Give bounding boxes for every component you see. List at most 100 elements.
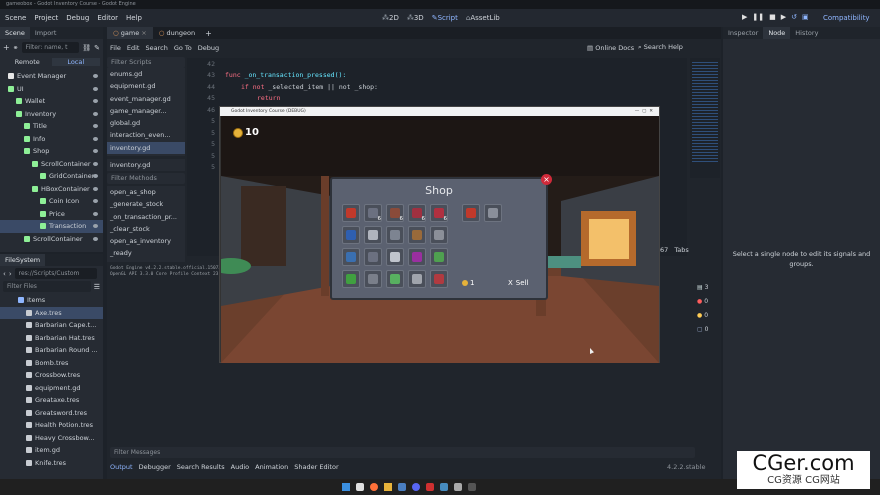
renderer-select[interactable]: Compatibility bbox=[823, 14, 870, 22]
script-item[interactable]: equipment.gd bbox=[107, 80, 185, 92]
scene-node[interactable]: HBoxContainer bbox=[0, 183, 103, 196]
menu-help[interactable]: Help bbox=[126, 14, 142, 22]
filesystem-filter-input[interactable]: Filter Files bbox=[3, 281, 91, 292]
visibility-icon[interactable] bbox=[93, 186, 98, 191]
tab-output[interactable]: Output bbox=[110, 463, 133, 471]
visibility-icon[interactable] bbox=[93, 149, 98, 154]
method-item[interactable]: _on_transaction_pr... bbox=[107, 211, 185, 223]
menu-edit[interactable]: Edit bbox=[127, 44, 140, 52]
file-item[interactable]: Knife.tres bbox=[0, 457, 103, 470]
file-item[interactable]: Barbarian Hat.tres bbox=[0, 332, 103, 345]
error-filter[interactable]: ● 0 bbox=[697, 294, 717, 308]
inventory-slot[interactable] bbox=[342, 248, 360, 266]
visibility-icon[interactable] bbox=[93, 86, 98, 91]
firefox-icon[interactable] bbox=[370, 483, 378, 491]
inventory-slot[interactable] bbox=[342, 226, 360, 244]
instance-icon[interactable]: ⛓ bbox=[82, 44, 91, 52]
shop-close-button[interactable]: × bbox=[541, 174, 552, 185]
scene-node[interactable]: Transaction bbox=[0, 220, 103, 233]
folder-icon[interactable] bbox=[384, 483, 392, 491]
visibility-icon[interactable] bbox=[93, 199, 98, 204]
file-item[interactable]: Barbarian Cape.t... bbox=[0, 319, 103, 332]
file-item[interactable]: item.gd bbox=[0, 444, 103, 457]
inventory-slot[interactable] bbox=[364, 270, 382, 288]
inventory-slot[interactable] bbox=[386, 248, 404, 266]
visibility-icon[interactable] bbox=[93, 161, 98, 166]
file-item[interactable]: Axe.tres bbox=[0, 306, 103, 319]
workspace-2d[interactable]: ⁂2D bbox=[382, 14, 399, 22]
scene-tab-dungeon[interactable]: ○ dungeon bbox=[153, 27, 201, 39]
script-attach-icon[interactable]: ✎ bbox=[94, 44, 100, 52]
method-item[interactable]: _ready bbox=[107, 247, 185, 259]
local-button[interactable]: Local bbox=[51, 58, 100, 66]
menu-editor[interactable]: Editor bbox=[97, 14, 118, 22]
stop-icon[interactable]: ■ bbox=[769, 13, 776, 21]
scene-node[interactable]: Event Manager bbox=[0, 70, 103, 83]
file-item[interactable]: Greataxe.tres bbox=[0, 394, 103, 407]
tab-animation[interactable]: Animation bbox=[255, 463, 288, 471]
menu-file[interactable]: File bbox=[110, 44, 121, 52]
visibility-icon[interactable] bbox=[93, 111, 98, 116]
back-icon[interactable]: ‹ bbox=[3, 270, 6, 278]
tab-import[interactable]: Import bbox=[30, 27, 62, 39]
filter-messages-input[interactable]: Filter Messages bbox=[110, 447, 695, 458]
inventory-slot[interactable] bbox=[342, 204, 360, 222]
forward-icon[interactable]: › bbox=[9, 270, 12, 278]
discord-icon[interactable] bbox=[412, 483, 420, 491]
tab-inspector[interactable]: Inspector bbox=[723, 27, 763, 39]
visibility-icon[interactable] bbox=[93, 124, 98, 129]
tab-shader-editor[interactable]: Shader Editor bbox=[294, 463, 338, 471]
filter-methods-input[interactable]: Filter Methods bbox=[107, 173, 185, 184]
app-icon[interactable] bbox=[454, 483, 462, 491]
script-item[interactable]: event_manager.gd bbox=[107, 93, 185, 105]
visibility-icon[interactable] bbox=[93, 99, 98, 104]
method-item[interactable]: _generate_stock bbox=[107, 198, 185, 210]
scene-tab-game[interactable]: ○ game × bbox=[107, 27, 153, 39]
visibility-icon[interactable] bbox=[93, 174, 98, 179]
godot-icon[interactable] bbox=[440, 483, 448, 491]
tab-scene[interactable]: Scene bbox=[0, 27, 30, 39]
workspace-3d[interactable]: ⁂3D bbox=[407, 14, 424, 22]
script-item[interactable]: interaction_even... bbox=[107, 129, 185, 141]
tab-audio[interactable]: Audio bbox=[231, 463, 249, 471]
tab-node[interactable]: Node bbox=[763, 27, 791, 39]
log-filter[interactable]: ▤ 3 bbox=[697, 280, 717, 294]
scene-node[interactable]: Price bbox=[0, 208, 103, 221]
menu-search[interactable]: Search bbox=[145, 44, 167, 52]
message-filter[interactable]: ▢ 0 bbox=[697, 322, 717, 336]
script-item[interactable]: game_manager... bbox=[107, 105, 185, 117]
online-docs-link[interactable]: ▤ Online Docs bbox=[587, 44, 634, 52]
scene-node[interactable]: ScrollContainer bbox=[0, 158, 103, 171]
visibility-icon[interactable] bbox=[93, 136, 98, 141]
file-item[interactable]: Barbarian Round ... bbox=[0, 344, 103, 357]
inventory-slot[interactable]: 6 bbox=[430, 204, 448, 222]
search-help-link[interactable]: ⌕ Search Help bbox=[638, 43, 683, 52]
tab-search-results[interactable]: Search Results bbox=[177, 463, 225, 471]
inventory-slot[interactable] bbox=[408, 248, 426, 266]
file-item[interactable]: Crossbow.tres bbox=[0, 369, 103, 382]
start-icon[interactable] bbox=[342, 483, 350, 491]
inventory-slot[interactable] bbox=[430, 270, 448, 288]
menu-debug-script[interactable]: Debug bbox=[198, 44, 219, 52]
inventory-slot[interactable] bbox=[408, 226, 426, 244]
close-icon[interactable]: × bbox=[141, 29, 146, 37]
file-item[interactable]: Items bbox=[0, 294, 103, 307]
remote-button[interactable]: Remote bbox=[3, 58, 52, 66]
menu-scene[interactable]: Scene bbox=[5, 14, 26, 22]
inventory-slot[interactable]: 6 bbox=[408, 204, 426, 222]
visibility-icon[interactable] bbox=[93, 74, 98, 79]
remote-debug-icon[interactable]: ↺ bbox=[791, 13, 797, 21]
inventory-slot[interactable] bbox=[386, 226, 404, 244]
app-icon[interactable] bbox=[468, 483, 476, 491]
visibility-icon[interactable] bbox=[93, 211, 98, 216]
window-controls[interactable]: — ▢ ✕ bbox=[635, 107, 653, 116]
visibility-icon[interactable] bbox=[93, 236, 98, 241]
tab-history[interactable]: History bbox=[790, 27, 823, 39]
inventory-slot[interactable] bbox=[408, 270, 426, 288]
inventory-slot[interactable] bbox=[342, 270, 360, 288]
path-field[interactable]: res://Scripts/Custom bbox=[14, 268, 97, 279]
file-item[interactable]: Greatsword.tres bbox=[0, 407, 103, 420]
file-item[interactable]: Health Potion.tres bbox=[0, 419, 103, 432]
warning-filter[interactable]: ● 0 bbox=[697, 308, 717, 322]
add-tab-icon[interactable]: + bbox=[201, 29, 216, 38]
